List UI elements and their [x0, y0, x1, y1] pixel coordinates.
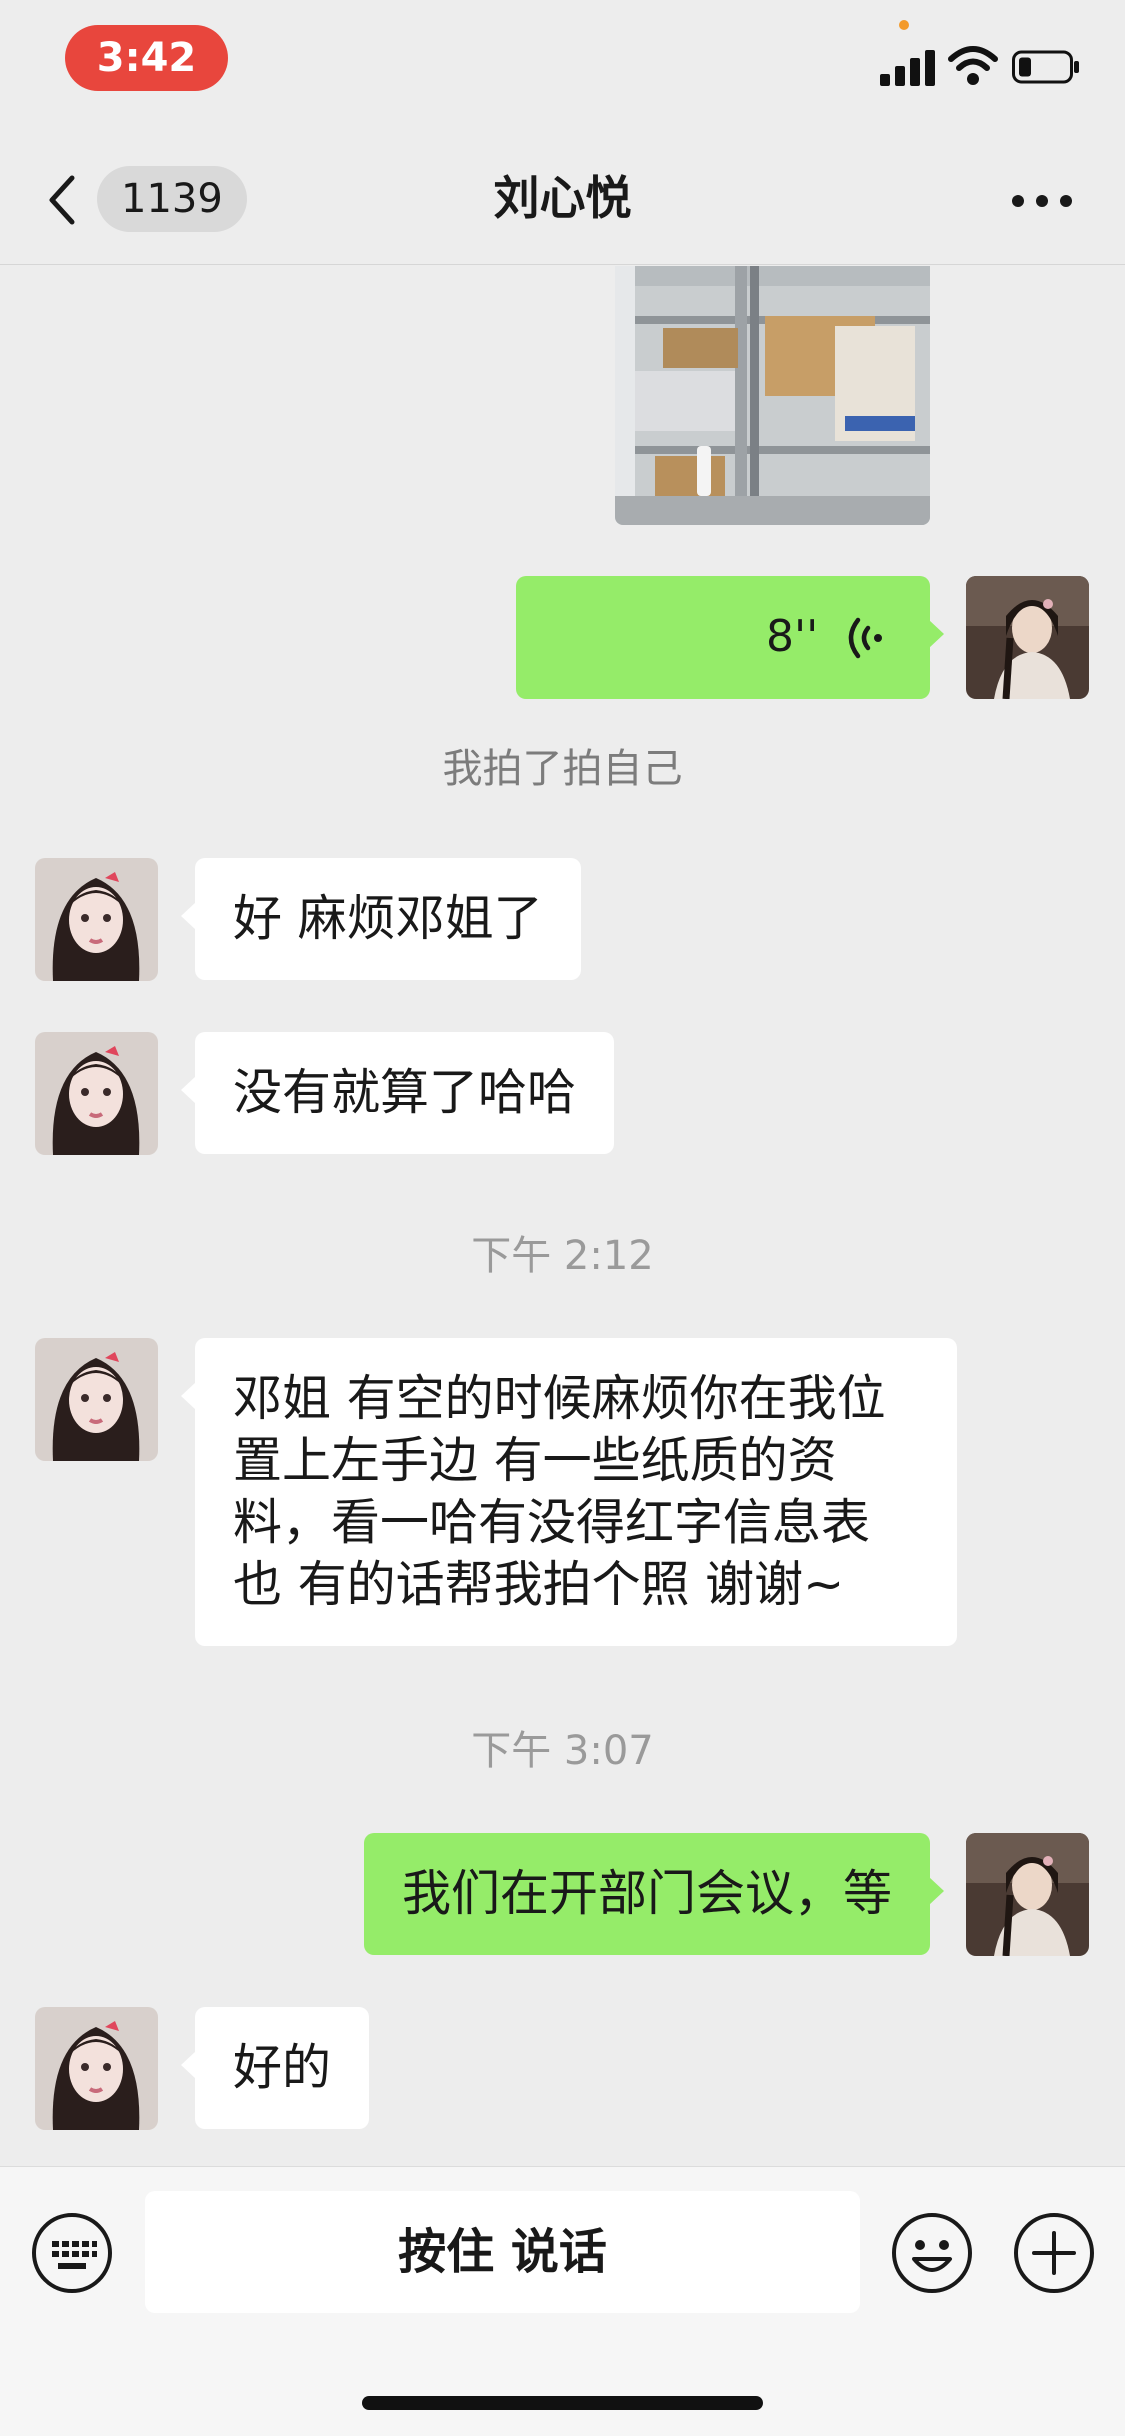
voice-message-bubble[interactable]: 8'' [516, 576, 944, 699]
avatar-image [966, 1833, 1089, 1956]
voice-wave-icon [848, 617, 882, 659]
chat-title: 刘心悦 [493, 171, 632, 225]
message-timestamp: 下午 2:12 [471, 1233, 654, 1279]
emoji-icon[interactable] [890, 2211, 974, 2295]
message-text-line: 邓姐 有空的时候麻烦你在我位 [233, 1370, 886, 1427]
avatar-image [35, 2007, 158, 2130]
battery-icon [1012, 50, 1079, 84]
message-list[interactable]: 8'' 我拍了拍自己 好 麻烦邓姐了 没有就算了哈哈 下午 2:12 邓姐 有空… [0, 266, 1125, 2166]
received-message-bubble[interactable]: 没有就算了哈哈 [180, 1032, 615, 1154]
sent-message-bubble[interactable]: 我们在开部门会议，等 [363, 1833, 945, 1955]
received-message-bubble[interactable]: 邓姐 有空的时候麻烦你在我位 置上左手边 有一些纸质的资 料，看一哈有没得红字信… [181, 1338, 957, 1646]
message-text: 好 麻烦邓姐了 [233, 890, 543, 947]
home-indicator[interactable] [362, 2396, 763, 2410]
signal-icon [880, 48, 936, 86]
received-message-bubble[interactable]: 好的 [180, 2007, 370, 2129]
message-text: 好的 [233, 2039, 332, 2096]
privacy-indicator-dot [899, 20, 909, 30]
more-icon[interactable] [1012, 190, 1072, 210]
contact-avatar[interactable] [35, 2007, 158, 2130]
contact-avatar[interactable] [35, 858, 158, 981]
contact-avatar[interactable] [35, 1032, 158, 1155]
message-timestamp: 下午 3:07 [471, 1728, 654, 1774]
message-text-line: 置上左手边 有一些纸质的资 [233, 1432, 837, 1489]
message-text: 没有就算了哈哈 [233, 1064, 577, 1121]
avatar-image [35, 858, 158, 981]
shelf-photo [615, 266, 930, 525]
avatar-image [35, 1338, 158, 1461]
pat-system-message: 我拍了拍自己 [442, 746, 683, 792]
status-bar: 3:42 [0, 0, 1125, 130]
avatar-image [35, 1032, 158, 1155]
chat-header: 1139 刘心悦 [0, 130, 1125, 265]
status-time: 3:42 [65, 25, 228, 91]
message-text-line: 也 有的话帮我拍个照 谢谢~ [233, 1556, 845, 1613]
my-avatar[interactable] [966, 1833, 1089, 1956]
contact-avatar[interactable] [35, 1338, 158, 1461]
message-text-line: 料，看一哈有没得红字信息表 [233, 1494, 871, 1551]
received-message-bubble[interactable]: 好 麻烦邓姐了 [181, 858, 581, 980]
avatar-image [966, 576, 1089, 699]
plus-icon[interactable] [1012, 2211, 1096, 2295]
wifi-icon [948, 46, 998, 85]
image-message[interactable] [615, 266, 930, 525]
hold-to-talk-button[interactable]: 按住 说话 [145, 2191, 860, 2313]
voice-duration: 8'' [766, 611, 819, 662]
my-avatar[interactable] [966, 576, 1089, 699]
keyboard-icon[interactable] [30, 2211, 114, 2295]
message-text: 我们在开部门会议，等 [401, 1865, 892, 1922]
